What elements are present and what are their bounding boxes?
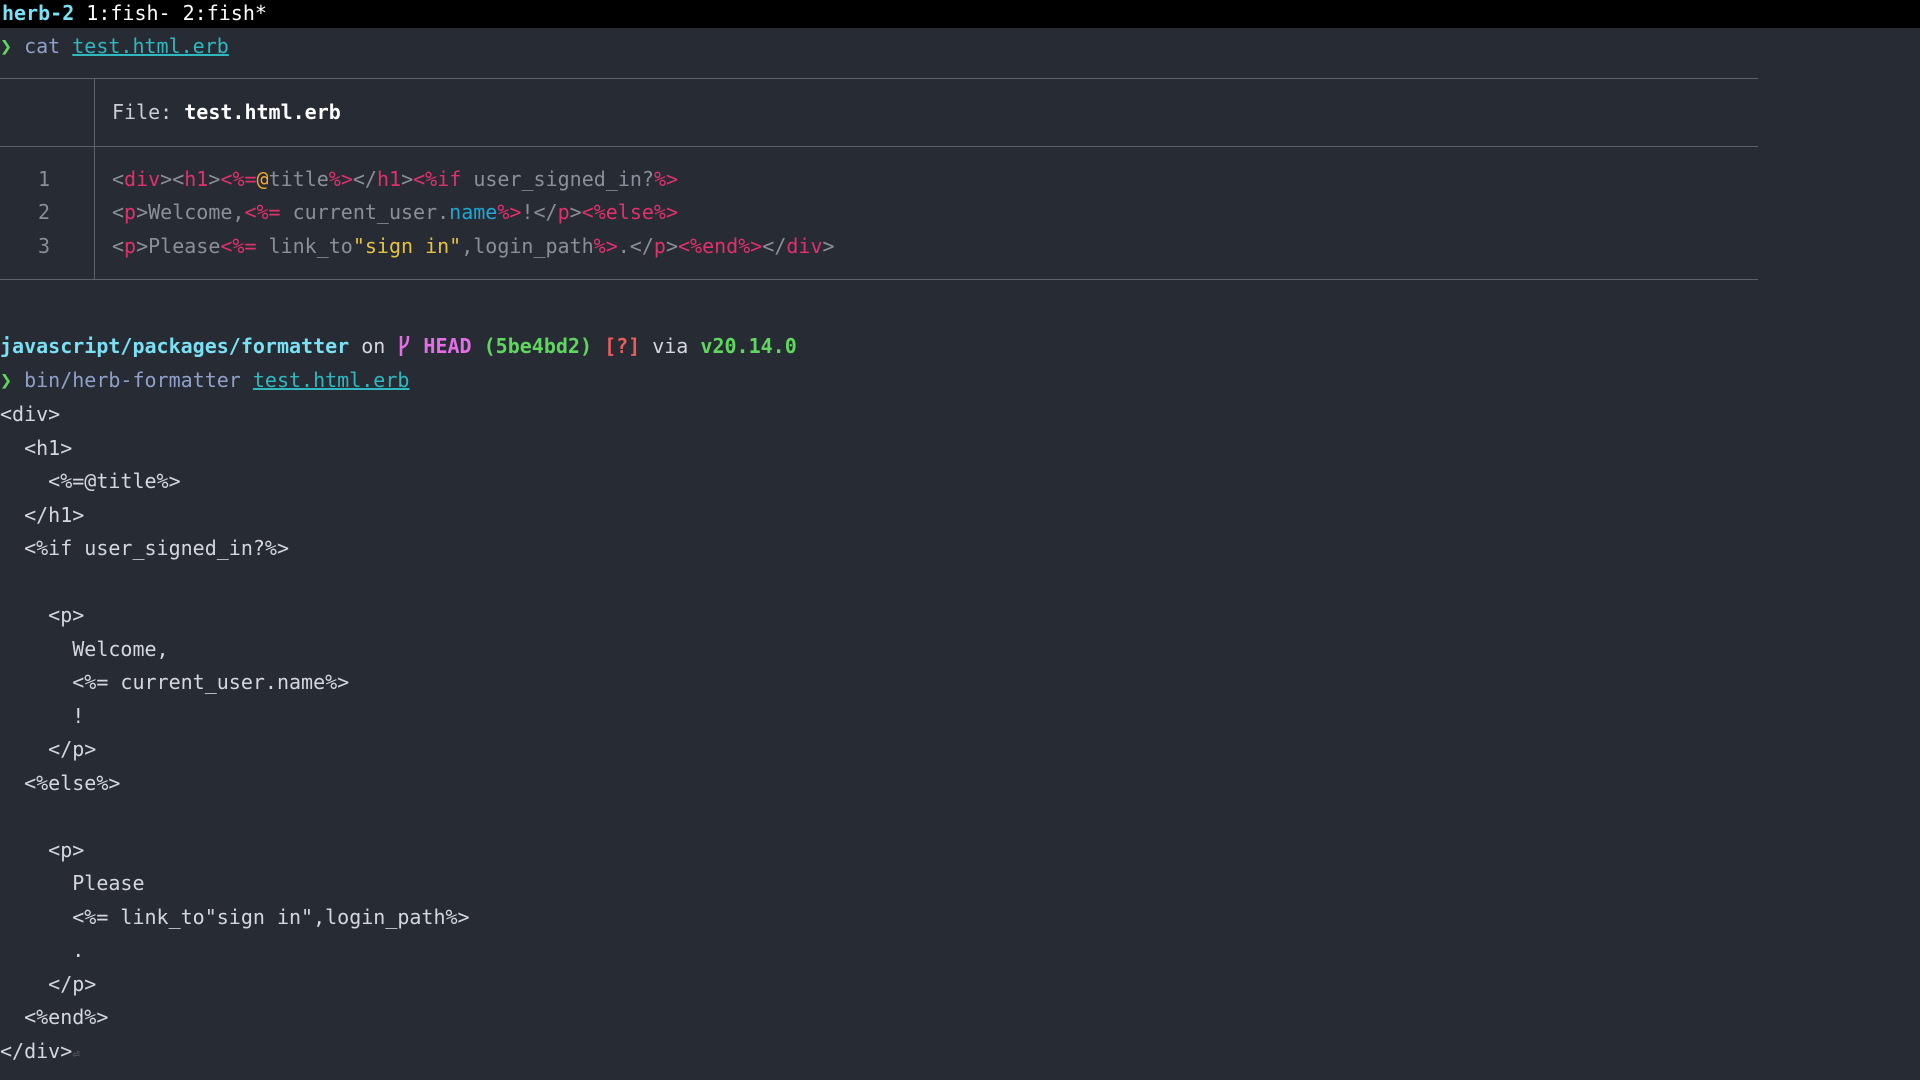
eol-marker-icon: ⏎: [72, 1046, 80, 1061]
prompt-on-word: on: [349, 334, 398, 358]
divider-top: [0, 78, 1758, 79]
code-token: %>: [593, 234, 618, 258]
file-header-name: test.html.erb: [184, 100, 341, 124]
code-token: user_signed_in?: [461, 167, 654, 191]
file-header-label: File:: [112, 100, 185, 124]
output-line: Welcome,: [0, 636, 169, 661]
prompt-status-line: javascript/packages/formatter on HEAD (5…: [0, 332, 797, 360]
code-token: </: [762, 234, 787, 258]
command-text: cat: [24, 34, 61, 58]
line-number: 2: [37, 200, 50, 224]
code-token: <%if: [413, 167, 462, 191]
code-token: <%=: [244, 200, 281, 224]
code-token: title: [268, 167, 329, 191]
code-token: p: [124, 234, 137, 258]
file-path-link[interactable]: test.html.erb: [72, 34, 229, 58]
prompt-line-formatter: ❯ bin/herb-formatter test.html.erb: [0, 366, 409, 394]
code-token: "sign in": [352, 234, 462, 258]
code-token: >: [401, 167, 414, 191]
code-token: >Please: [136, 234, 221, 258]
code-token: %>: [497, 200, 522, 224]
code-token: >: [569, 200, 582, 224]
git-branch-icon: [397, 334, 411, 358]
output-line: </div>⏎: [0, 1038, 80, 1063]
code-token: <: [112, 200, 125, 224]
code-token: name: [449, 200, 498, 224]
prompt-arrow: ❯: [0, 34, 13, 58]
output-line: <%= current_user.name%>: [0, 670, 350, 694]
command-text: bin/herb-formatter: [24, 368, 241, 392]
tmux-status-bar: herb-2 1:fish- 2:fish*: [0, 0, 1920, 28]
output-line: <p>: [0, 603, 85, 627]
code-token: p: [557, 200, 570, 224]
line-number: 3: [37, 234, 50, 258]
output-line: <%if user_signed_in?%>: [0, 536, 289, 560]
code-token: ><: [160, 167, 185, 191]
output-line: .: [0, 938, 85, 962]
code-token: div: [124, 167, 161, 191]
line-number: 1: [37, 167, 50, 191]
output-line: </p>: [0, 971, 97, 996]
code-token: %>: [328, 167, 353, 191]
code-line: <div><h1><%=@title%></h1><%if user_signe…: [112, 165, 678, 193]
current-directory: javascript/packages/formatter: [0, 334, 350, 358]
divider-middle: [0, 146, 1758, 147]
tmux-session-name: herb-2: [2, 1, 75, 25]
code-token: <: [112, 167, 125, 191]
output-line: <%else%>: [0, 770, 121, 795]
divider-bottom: [0, 279, 1758, 280]
output-line: <%=@title%>: [0, 469, 181, 493]
code-token: h1: [376, 167, 402, 191]
prompt-via-word: via: [640, 334, 701, 358]
file-path-link[interactable]: test.html.erb: [253, 368, 410, 392]
code-token: .</: [617, 234, 654, 258]
gutter-divider: [94, 78, 95, 280]
code-token: <: [112, 234, 125, 258]
file-header: File: test.html.erb: [112, 98, 341, 126]
code-token: @: [256, 167, 269, 191]
output-line: <p>: [0, 837, 85, 862]
code-token: current_user.: [280, 200, 450, 224]
code-line: <p>Please<%= link_to"sign in",login_path…: [112, 232, 835, 260]
output-line: <%= link_to"sign in",login_path%>: [0, 904, 470, 929]
code-token: <%end%>: [677, 234, 763, 258]
code-token: div: [786, 234, 823, 258]
git-branch: HEAD: [423, 334, 472, 358]
code-token: %>: [653, 167, 679, 191]
code-token: h1: [184, 167, 209, 191]
code-token: <%else%>: [581, 200, 678, 224]
code-token: <%=: [220, 167, 257, 191]
code-token: <%=: [220, 234, 257, 258]
git-commit-hash: (5be4bd2): [483, 334, 593, 358]
code-token: p: [653, 234, 666, 258]
output-line: </h1>: [0, 502, 85, 527]
prompt-arrow: ❯: [0, 368, 13, 392]
code-token: >Welcome,: [136, 200, 245, 224]
output-line: Please: [0, 871, 145, 895]
output-line: !: [0, 703, 85, 728]
code-token: >: [665, 234, 678, 258]
code-token: >: [822, 234, 835, 258]
output-line: <h1>: [0, 435, 73, 460]
code-token: p: [124, 200, 137, 224]
git-status: [?]: [604, 334, 641, 358]
code-line: <p>Welcome,<%= current_user.name%>!</p><…: [112, 198, 678, 226]
tmux-window-list[interactable]: 1:fish- 2:fish*: [74, 1, 267, 25]
output-line: </p>: [0, 737, 97, 761]
code-token: </: [352, 167, 377, 191]
output-line: <div>: [0, 402, 61, 426]
code-token: ,login_path: [461, 234, 594, 258]
node-version: v20.14.0: [700, 334, 797, 358]
code-token: link_to: [256, 234, 353, 258]
prompt-line-cat: ❯ cat test.html.erb: [0, 32, 229, 60]
code-token: !</: [521, 200, 558, 224]
output-line: <%end%>: [0, 1005, 109, 1029]
code-token: >: [208, 167, 221, 191]
